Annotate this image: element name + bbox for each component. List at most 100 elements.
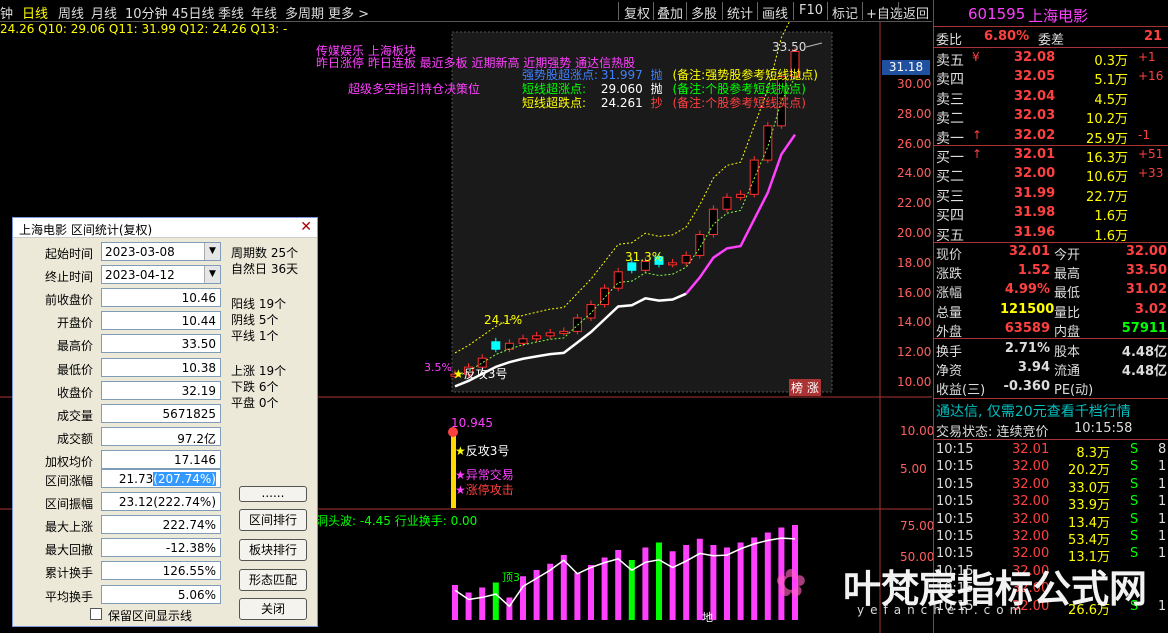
stat-value-field[interactable]: 5.06%	[101, 584, 221, 604]
stat-value-field[interactable]: 5671825	[101, 404, 221, 423]
stat-value-field[interactable]: 10.38	[101, 357, 221, 377]
start-date-picker[interactable]: 2023-03-08 ▼	[101, 242, 221, 261]
volume-bar	[601, 557, 608, 620]
draw-line-button[interactable]: 画线	[762, 3, 788, 22]
range-rank-button[interactable]: 区间排行	[239, 509, 307, 531]
multi-stock-button[interactable]: 多股	[691, 3, 717, 22]
stat-label: 平均换手	[44, 589, 93, 604]
period-stat: 自然日 36天	[231, 262, 299, 276]
period-stat: 平盘 0个	[231, 396, 279, 410]
close-button[interactable]: 关闭	[239, 598, 307, 620]
stat-value-field[interactable]: 97.2亿	[101, 427, 221, 447]
divider	[934, 398, 1168, 399]
tab-year[interactable]: 年线	[251, 3, 277, 22]
tab-multi-period[interactable]: 多周期	[285, 3, 324, 22]
dialog-titlebar[interactable]: 上海电影 区间统计(复权) ✕	[13, 218, 317, 238]
candle	[736, 193, 746, 198]
divider	[793, 2, 794, 20]
more-button[interactable]: ......	[239, 486, 307, 502]
range-change-field[interactable]: 21.73(207.74%)	[101, 469, 221, 488]
pattern-match-button[interactable]: 形态匹配	[239, 569, 307, 591]
upgrade-banner[interactable]: 通达信, 仅需20元查看千档行情	[934, 400, 1168, 420]
candle	[722, 196, 732, 210]
sector-rank-button[interactable]: 板块排行	[239, 539, 307, 561]
end-date-picker[interactable]: 2023-04-12 ▼	[101, 265, 221, 284]
mark-button[interactable]: 标记	[832, 3, 858, 22]
tab-more[interactable]: 更多 >	[328, 3, 369, 22]
period-toolbar: 钟 日线 周线 月线 10分钟 45日线 季线 年线 多周期 更多 > 复权 叠…	[0, 0, 932, 22]
pct-label: 24.1%	[484, 313, 523, 327]
period-stat: 上涨 19个	[231, 364, 287, 378]
watermark: ✿ 叶梵宸指标公式网 yefanchen.com	[775, 556, 1147, 626]
tab-monthly[interactable]: 月线	[91, 3, 117, 22]
candle	[708, 208, 718, 236]
trade-status: 交易状态: 连续竞价 10:15:58	[936, 421, 1133, 440]
divider	[934, 47, 1168, 48]
sub1-value: 10.945	[451, 416, 493, 430]
order-book-row[interactable]: 卖五 ¥32.08 0.3万 +1	[934, 49, 1168, 69]
stat-value-field[interactable]: 10.46	[101, 288, 221, 307]
f10-button[interactable]: F10	[799, 3, 823, 18]
sub2-title: 洞头波: -4.45 行业换手: 0.00	[316, 514, 478, 528]
pct-label: 31.3%	[625, 250, 664, 264]
start-time-label: 起始时间	[44, 247, 93, 261]
tab-minute[interactable]: 钟	[0, 3, 13, 22]
stat-value-field[interactable]: 33.50	[101, 334, 221, 354]
interval-statistics-dialog: 上海电影 区间统计(复权) ✕ 起始时间 2023-03-08 ▼ 终止时间 20…	[12, 217, 318, 627]
stat-label: 前收盘价	[44, 293, 93, 307]
range-change-label: 区间涨幅	[44, 474, 93, 488]
price-axis-tick: 10.00	[897, 375, 932, 389]
restore-rights-button[interactable]: 复权	[624, 3, 650, 22]
stat-value-field[interactable]: 222.74%	[101, 515, 221, 534]
range-amp-field[interactable]: 23.12(222.74%)	[101, 492, 221, 511]
stat-value-field[interactable]: 126.55%	[101, 561, 221, 581]
back-button[interactable]: 返回	[903, 3, 929, 22]
volume-bar	[560, 555, 567, 620]
price-axis-tick: 30.00	[897, 77, 932, 92]
overlay-button[interactable]: 叠加	[657, 3, 683, 22]
price-axis-tick: 18.00	[897, 255, 932, 270]
price-axis-tick: 20.00	[897, 226, 932, 241]
close-icon[interactable]: ✕	[300, 219, 312, 235]
rank-badge[interactable]: 榜 涨	[789, 379, 821, 396]
tab-45day[interactable]: 45日线	[172, 3, 215, 22]
sub1-signal: ★涨停攻击	[455, 483, 514, 497]
tick-row: 10:15 32.00 33.0万 S 1	[936, 476, 1167, 496]
keep-range-checkbox[interactable]	[90, 608, 102, 620]
volume-bar	[492, 582, 499, 620]
tab-quarter[interactable]: 季线	[218, 3, 244, 22]
stat-label: 最高价	[56, 339, 93, 354]
chevron-down-icon[interactable]: ▼	[204, 266, 220, 283]
candle	[532, 335, 542, 340]
current-price-tag: 31.18	[882, 60, 930, 75]
keep-range-label: 保留区间显示线	[108, 609, 193, 623]
stat-label: 最低价	[56, 362, 93, 377]
candle	[572, 317, 582, 332]
stat-value-field[interactable]: 17.146	[101, 450, 221, 470]
candle	[600, 287, 610, 306]
stock-name: 上海电影	[1028, 7, 1089, 25]
tab-daily[interactable]: 日线	[22, 3, 48, 22]
stat-value-field[interactable]: 32.19	[101, 380, 221, 400]
price-axis-tick: 16.00	[897, 285, 932, 300]
stat-value-field[interactable]: 10.44	[101, 311, 221, 331]
watermark-url: yefanchen.com	[857, 603, 1028, 617]
volume-bar	[656, 542, 662, 620]
candle	[613, 271, 623, 289]
chevron-down-icon[interactable]: ▼	[204, 243, 220, 260]
candle	[763, 125, 773, 161]
ratio-row: 委比 6.80% 委差 21	[936, 29, 1163, 48]
divider	[862, 2, 863, 20]
candle	[681, 254, 691, 264]
period-stat: 周期数 25个	[231, 246, 299, 260]
sub2-low-label: 地	[702, 611, 713, 624]
tick-row: 10:15 32.00 20.2万 S 1	[936, 459, 1167, 479]
period-stat: 下跌 6个	[231, 380, 279, 394]
tab-10min[interactable]: 10分钟	[125, 3, 168, 22]
divider	[898, 2, 899, 20]
tab-weekly[interactable]: 周线	[58, 3, 84, 22]
stat-value-field[interactable]: -12.38%	[101, 538, 221, 558]
statistics-button[interactable]: 统计	[727, 3, 753, 22]
stat-label: 成交额	[56, 432, 93, 447]
candle	[559, 330, 569, 334]
